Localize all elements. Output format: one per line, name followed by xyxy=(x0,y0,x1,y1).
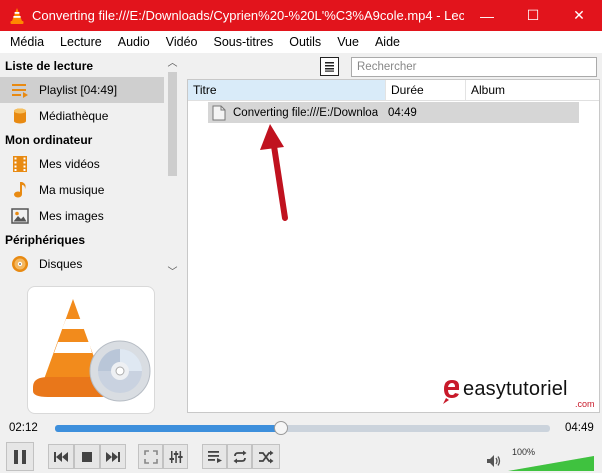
vlc-cone-icon xyxy=(10,7,24,24)
row-duration: 04:49 xyxy=(388,106,417,119)
seek-row: 02:12 04:49 xyxy=(0,418,602,440)
window-title: Converting file:///E:/Downloads/Cyprien%… xyxy=(32,8,464,23)
sidebar-item-label: Médiathèque xyxy=(39,109,109,123)
close-button[interactable]: ✕ xyxy=(556,0,602,31)
scroll-up-icon[interactable]: ︿ xyxy=(164,55,181,72)
seek-slider[interactable] xyxy=(55,421,550,435)
file-icon xyxy=(212,105,226,120)
volume-slider[interactable]: 100% xyxy=(508,447,594,471)
shuffle-button[interactable] xyxy=(252,444,280,469)
playlist-toggle-icon xyxy=(207,450,222,463)
sidebar-item-label: Mes vidéos xyxy=(39,157,100,171)
seek-progress-fill xyxy=(55,425,282,432)
playlist-icon xyxy=(10,80,30,100)
controls-bar: 100% xyxy=(0,441,602,473)
playlist-table: Titre Durée Album Converting file:///E:/… xyxy=(187,79,600,413)
menu-video[interactable]: Vidéo xyxy=(158,35,206,49)
fullscreen-icon xyxy=(143,449,158,464)
menu-playback[interactable]: Lecture xyxy=(52,35,110,49)
menu-tools[interactable]: Outils xyxy=(281,35,329,49)
album-art xyxy=(27,286,155,414)
scrollbar-thumb[interactable] xyxy=(168,72,177,176)
sidebar-item-label: Mes images xyxy=(39,209,104,223)
stop-icon xyxy=(82,451,92,462)
playlist-view-button[interactable] xyxy=(320,57,339,76)
menu-help[interactable]: Aide xyxy=(367,35,408,49)
watermark-domain: .com xyxy=(575,399,595,409)
menu-view[interactable]: Vue xyxy=(329,35,367,49)
easytutoriel-watermark: easytutoriel .com xyxy=(441,376,595,412)
minimize-button[interactable]: — xyxy=(464,0,510,31)
menu-audio[interactable]: Audio xyxy=(110,35,158,49)
shuffle-icon xyxy=(259,450,274,463)
watermark-name: easytutoriel xyxy=(463,378,568,400)
music-note-icon xyxy=(10,180,30,200)
next-icon xyxy=(106,451,120,462)
sidebar-item-music[interactable]: Ma musique xyxy=(0,177,164,203)
total-time: 04:49 xyxy=(565,422,594,434)
sidebar-item-label: Playlist [04:49] xyxy=(39,83,118,97)
volume-level-fill xyxy=(508,456,594,471)
extended-settings-button[interactable] xyxy=(163,444,188,469)
picture-icon xyxy=(10,206,30,226)
disc-icon xyxy=(10,254,30,274)
column-header-duration[interactable]: Durée xyxy=(386,80,466,100)
sidebar-item-videos[interactable]: Mes vidéos xyxy=(0,151,164,177)
loop-icon xyxy=(233,450,246,463)
toggle-playlist-button[interactable] xyxy=(202,444,227,469)
search-input[interactable]: Rechercher xyxy=(351,57,597,77)
previous-icon xyxy=(54,451,68,462)
column-header-album[interactable]: Album xyxy=(466,80,599,100)
scroll-down-icon[interactable]: ﹀ xyxy=(164,264,181,281)
pause-button[interactable] xyxy=(6,442,34,471)
next-button[interactable] xyxy=(100,444,126,469)
sidebar-item-discs[interactable]: Disques xyxy=(0,251,164,277)
speaker-icon[interactable] xyxy=(486,454,502,468)
vlc-cone-artwork xyxy=(33,299,151,402)
sidebar-scrollbar[interactable]: ︿ ﹀ xyxy=(164,55,181,281)
sidebar-header-devices: Périphériques xyxy=(5,233,86,247)
playlist-toolbar: Rechercher xyxy=(187,55,602,79)
equalizer-sliders-icon xyxy=(169,450,183,463)
menu-subtitles[interactable]: Sous-titres xyxy=(205,35,281,49)
elapsed-time: 02:12 xyxy=(9,422,38,434)
sidebar: Liste de lecture Playlist [04:49] Médiat… xyxy=(0,55,182,414)
maximize-button[interactable]: ☐ xyxy=(510,0,556,31)
list-view-icon xyxy=(325,62,334,72)
menu-bar: Média Lecture Audio Vidéo Sous-titres Ou… xyxy=(0,31,602,53)
sidebar-item-label: Ma musique xyxy=(39,183,105,197)
sidebar-item-label: Disques xyxy=(39,257,83,271)
sidebar-item-pictures[interactable]: Mes images xyxy=(0,203,164,229)
menu-media[interactable]: Média xyxy=(2,35,52,49)
seek-knob[interactable] xyxy=(274,421,289,435)
media-library-icon xyxy=(10,106,30,126)
title-bar: Converting file:///E:/Downloads/Cyprien%… xyxy=(0,0,602,31)
row-title: Converting file:///E:/Downloads/Cyprien%… xyxy=(233,106,378,119)
table-header: Titre Durée Album xyxy=(188,80,599,101)
sidebar-list: Liste de lecture Playlist [04:49] Médiat… xyxy=(0,55,164,281)
sidebar-header-computer: Mon ordinateur xyxy=(5,133,93,147)
table-row[interactable]: Converting file:///E:/Downloads/Cyprien%… xyxy=(208,102,579,123)
column-header-title[interactable]: Titre xyxy=(188,80,386,100)
easytutoriel-logo-icon xyxy=(443,380,459,404)
pause-icon xyxy=(14,449,26,464)
sidebar-item-media-library[interactable]: Médiathèque xyxy=(0,103,164,129)
fullscreen-button[interactable] xyxy=(138,444,163,469)
film-icon xyxy=(10,154,30,174)
loop-button[interactable] xyxy=(227,444,252,469)
sidebar-header-playlist: Liste de lecture xyxy=(5,59,94,73)
previous-button[interactable] xyxy=(48,444,74,469)
sidebar-item-playlist[interactable]: Playlist [04:49] xyxy=(0,77,164,103)
stop-button[interactable] xyxy=(74,444,100,469)
